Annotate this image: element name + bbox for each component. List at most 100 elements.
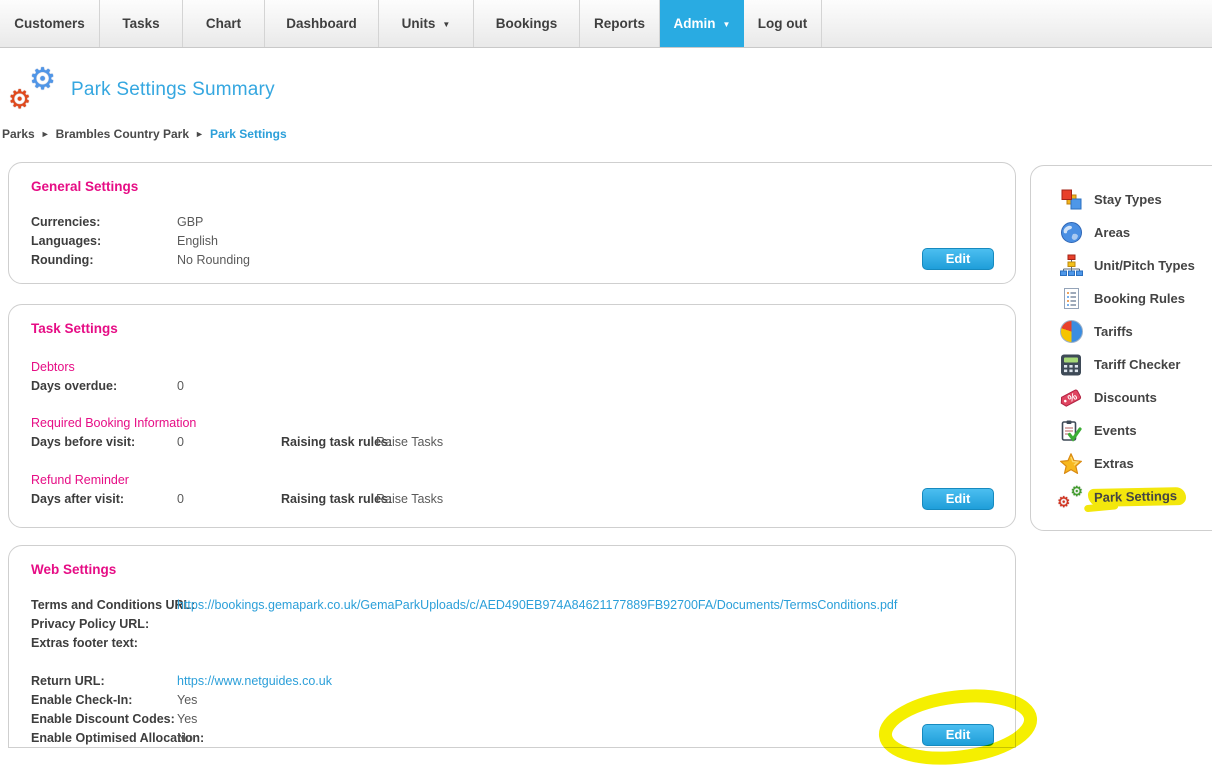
breadcrumb-item-park-settings[interactable]: Park Settings [210, 127, 287, 141]
tariffs-icon [1059, 320, 1083, 344]
row-value [376, 377, 993, 396]
nav-tab-dashboard[interactable]: Dashboard [265, 0, 379, 47]
nav-tab-tasks[interactable]: Tasks [100, 0, 183, 47]
row-value: No [177, 729, 993, 748]
nav-tab-admin[interactable]: Admin ▼ [660, 0, 744, 47]
row-value: Yes [177, 691, 993, 710]
unit-pitch-types-icon [1059, 254, 1083, 278]
sidebar-item-booking-rules[interactable]: Booking Rules [1059, 282, 1212, 315]
settings-row: Enable Optimised Allocation:No [31, 729, 993, 748]
sidebar-item-stay-types[interactable]: Stay Types [1059, 183, 1212, 216]
row-label: Enable Discount Codes: [31, 710, 177, 729]
general-settings-title: General Settings [31, 179, 993, 194]
general-settings-panel: General Settings Currencies:GBPLanguages… [8, 162, 1016, 284]
row-label: Enable Optimised Allocation: [31, 729, 177, 748]
sidebar-item-label: Events [1094, 423, 1137, 438]
sidebar-item-label: Unit/Pitch Types [1094, 258, 1195, 273]
sidebar-item-label: Areas [1094, 225, 1130, 240]
settings-row: Return URL:https://www.netguides.co.uk [31, 672, 993, 691]
row-value: Yes [177, 710, 993, 729]
row-label: Privacy Policy URL: [31, 615, 177, 634]
row-value [177, 634, 993, 653]
general-settings-edit-button[interactable]: Edit [922, 248, 994, 270]
row-label: Days after visit: [31, 490, 177, 509]
row-label: Raising task rules: [281, 433, 376, 452]
settings-row: Enable Check-In:Yes [31, 691, 993, 710]
row-value: No Rounding [177, 251, 993, 270]
chevron-down-icon: ▼ [723, 20, 731, 29]
settings-row: Days before visit:0Raising task rules:Ra… [31, 433, 993, 452]
stay-types-icon [1059, 188, 1083, 212]
row-value-link[interactable]: https://www.netguides.co.uk [177, 672, 993, 691]
tariff-checker-icon [1059, 353, 1083, 377]
nav-tab-bookings[interactable]: Bookings [474, 0, 580, 47]
sidebar-item-park-settings[interactable]: ⚙⚙Park Settings [1059, 480, 1212, 513]
park-settings-icon: ⚙⚙ [1059, 485, 1083, 509]
nav-tab-label: Admin [674, 16, 716, 31]
row-label [281, 377, 376, 396]
task-settings-title: Task Settings [31, 321, 993, 336]
settings-row: Terms and Conditions URL:https://booking… [31, 596, 993, 615]
nav-tab-log-out[interactable]: Log out [744, 0, 822, 47]
settings-row: Extras footer text: [31, 634, 993, 653]
top-navbar: CustomersTasksChartDashboard Units ▼ Bookin… [0, 0, 1212, 48]
breadcrumb: Parks►Brambles Country Park►Park Setting… [2, 127, 287, 141]
sidebar-item-unit-pitch-types[interactable]: Unit/Pitch Types [1059, 249, 1212, 282]
row-label: Return URL: [31, 672, 177, 691]
task-group-subtitle: Debtors [31, 358, 993, 377]
page-header: ⚙ ⚙ Park Settings Summary [8, 66, 275, 114]
row-value: English [177, 232, 993, 251]
web-settings-panel: Web Settings Terms and Conditions URL:ht… [8, 545, 1016, 748]
task-settings-edit-button[interactable]: Edit [922, 488, 994, 510]
row-value-link[interactable]: https://bookings.gemapark.co.uk/GemaPark… [177, 596, 993, 615]
breadcrumb-item-brambles-country-park[interactable]: Brambles Country Park [56, 127, 189, 141]
nav-tab-reports[interactable]: Reports [580, 0, 660, 47]
web-settings-edit-button[interactable]: Edit [922, 724, 994, 746]
sidebar-item-label: Booking Rules [1094, 291, 1185, 306]
sidebar-item-tariffs[interactable]: Tariffs [1059, 315, 1212, 348]
sidebar-item-events[interactable]: Events [1059, 414, 1212, 447]
row-label: Enable Check-In: [31, 691, 177, 710]
row-value: Raise Tasks [376, 433, 993, 452]
row-label: Days overdue: [31, 377, 177, 396]
admin-sidebar: Stay Types Areas Unit/Pitch Types Booking R… [1030, 165, 1212, 531]
sidebar-item-tariff-checker[interactable]: Tariff Checker [1059, 348, 1212, 381]
row-label: Days before visit: [31, 433, 177, 452]
settings-row: Languages:English [31, 232, 993, 251]
task-group-subtitle: Refund Reminder [31, 471, 993, 490]
breadcrumb-separator-icon: ► [195, 129, 204, 139]
row-value: 0 [177, 433, 281, 452]
task-settings-panel: Task Settings DebtorsDays overdue: 0Requi… [8, 304, 1016, 528]
breadcrumb-item-parks[interactable]: Parks [2, 127, 35, 141]
sidebar-item-label: Extras [1094, 456, 1134, 471]
settings-row: Privacy Policy URL: [31, 615, 993, 634]
settings-row: Rounding:No Rounding [31, 251, 993, 270]
nav-tab-customers[interactable]: Customers [0, 0, 100, 47]
sidebar-item-discounts[interactable]: %Discounts [1059, 381, 1212, 414]
sidebar-item-extras[interactable]: Extras [1059, 447, 1212, 480]
nav-tab-chart[interactable]: Chart [183, 0, 265, 47]
sidebar-item-label: Stay Types [1094, 192, 1162, 207]
row-label: Languages: [31, 232, 177, 251]
sidebar-item-label: Tariffs [1094, 324, 1133, 339]
row-label: Raising task rules: [281, 490, 376, 509]
extras-icon [1059, 452, 1083, 476]
nav-tab-units[interactable]: Units ▼ [379, 0, 474, 47]
discounts-icon: % [1059, 386, 1083, 410]
row-value [177, 615, 993, 634]
nav-tab-label: Units [402, 16, 436, 31]
task-group-subtitle: Required Booking Information [31, 414, 993, 433]
sidebar-item-areas[interactable]: Areas [1059, 216, 1212, 249]
settings-row: Days after visit:0Raising task rules:Rai… [31, 490, 993, 509]
sidebar-item-label: Tariff Checker [1094, 357, 1180, 372]
row-label: Terms and Conditions URL: [31, 596, 177, 615]
gears-icon: ⚙ ⚙ [8, 66, 56, 114]
events-icon [1059, 419, 1083, 443]
row-value: GBP [177, 213, 993, 232]
nav-tab-label: Reports [594, 16, 645, 31]
row-label: Rounding: [31, 251, 177, 270]
areas-icon [1059, 221, 1083, 245]
row-label: Currencies: [31, 213, 177, 232]
chevron-down-icon: ▼ [442, 20, 450, 29]
settings-row: Currencies:GBP [31, 213, 993, 232]
